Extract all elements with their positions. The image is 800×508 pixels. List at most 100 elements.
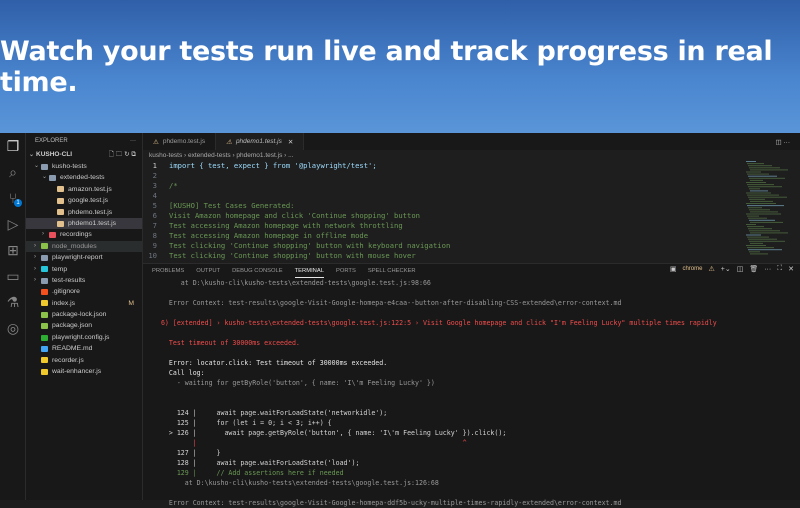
minimap-line: [750, 232, 788, 234]
split-terminal-icon[interactable]: ◫: [737, 265, 744, 273]
activity-bar: ❐ ⌕ ⑂ 1 ▷ ⊞ ▭ ⚗ ◎: [0, 133, 26, 500]
file-tree-item[interactable]: ⌄ kusho-tests: [26, 161, 142, 172]
minimap-line: [747, 184, 774, 186]
testing-icon[interactable]: ⚗: [0, 289, 26, 315]
file-tree-item[interactable]: › temp: [26, 264, 142, 275]
split-editor-icon[interactable]: ◫ ···: [776, 138, 790, 146]
tab-phdemo[interactable]: ⚠ phdemo.test.js: [143, 133, 217, 150]
minimap-line: [748, 165, 772, 167]
file-tree-item[interactable]: › recordings: [26, 229, 142, 240]
minimap-line: [746, 224, 756, 225]
minimap-line: [748, 175, 777, 177]
chevron-icon: ›: [34, 265, 36, 272]
file-tree-item[interactable]: amazon.test.js: [26, 184, 142, 195]
minimap-line: [749, 177, 785, 179]
minimap-line: [746, 171, 761, 173]
minimap-line: [746, 203, 776, 204]
chevron-icon: ›: [34, 276, 36, 283]
close-panel-icon[interactable]: ✕: [788, 265, 794, 273]
breadcrumb[interactable]: kusho-tests › extended-tests › phdemo1.t…: [143, 150, 800, 161]
panel-tab[interactable]: OUTPUT: [196, 264, 220, 278]
code-line: 8 Test accessing Amazon homepage in offli…: [143, 231, 800, 241]
extensions-icon[interactable]: ⊞: [0, 237, 26, 263]
line-number: 8: [152, 231, 157, 240]
minimap-line: [747, 194, 779, 196]
file-tree-label: package.json: [52, 322, 93, 330]
terminal-line: 127 | }: [153, 449, 221, 457]
browser-icon[interactable]: ◎: [0, 315, 26, 341]
minimap-line: [746, 192, 771, 194]
close-icon[interactable]: ✕: [288, 138, 293, 146]
terminal-line: | ^: [153, 439, 467, 447]
panel-tab[interactable]: PORTS: [336, 264, 356, 278]
file-tree-item[interactable]: phdemo1.test.js: [26, 217, 142, 230]
line-text: Visit Amazon homepage and click 'Continu…: [169, 211, 420, 220]
file-tree-label: recordings: [60, 231, 92, 239]
file-tree-label: google.test.js: [68, 197, 109, 205]
more-icon[interactable]: ···: [764, 266, 771, 273]
remote-icon[interactable]: ▭: [0, 263, 26, 289]
file-tree-label: extended-tests: [60, 174, 105, 182]
search-icon[interactable]: ⌕: [0, 159, 26, 185]
minimap[interactable]: [744, 161, 792, 261]
workspace-root[interactable]: ⌄ KUSHO-CLI 🗋 🗀 ↻ ⧉: [26, 149, 142, 161]
file-icon: [41, 334, 48, 341]
file-tree-label: wait-enhancer.js: [52, 368, 102, 376]
trash-icon[interactable]: 🗑: [749, 265, 758, 273]
terminal-output[interactable]: at D:\kusho-cli\kusho-tests\extended-tes…: [143, 278, 800, 508]
file-tree-item[interactable]: phdemo.test.js: [26, 207, 142, 218]
file-tree-item[interactable]: google.test.js: [26, 195, 142, 206]
chevron-icon: ›: [34, 242, 36, 249]
file-tree-label: test-results: [52, 276, 86, 284]
new-terminal-icon[interactable]: +⌄: [721, 265, 731, 273]
file-tree-item[interactable]: .gitignore: [26, 286, 142, 297]
file-tree-item[interactable]: › node_modules: [26, 240, 142, 253]
panel-tab[interactable]: DEBUG CONSOLE: [232, 264, 283, 278]
explorer-icon[interactable]: ❐: [0, 133, 26, 159]
panel-tab[interactable]: TERMINAL: [294, 264, 324, 278]
file-tree-label: amazon.test.js: [68, 185, 112, 193]
file-tree-item[interactable]: recorder.js: [26, 355, 142, 366]
terminal-line: 124 | await page.waitForLoadState('netwo…: [153, 409, 388, 417]
file-tree-item[interactable]: README.md: [26, 343, 142, 354]
file-tree-item[interactable]: package-lock.json: [26, 309, 142, 320]
file-tree-item[interactable]: package.json: [26, 320, 142, 331]
more-icon[interactable]: ···: [130, 133, 136, 149]
tab-phdemo1[interactable]: ⚠ phdemo1.test.js ✕: [216, 133, 305, 150]
minimap-line: [750, 190, 768, 192]
file-tree-item[interactable]: wait-enhancer.js: [26, 366, 142, 377]
code-line: 3 /*: [143, 181, 800, 191]
file-tree-label: playwright.config.js: [52, 333, 110, 341]
workspace-root-label: KUSHO-CLI: [36, 151, 73, 158]
file-tree-item[interactable]: playwright.config.js: [26, 332, 142, 343]
terminal-toolbar: ▣ chrome ⚠ +⌄ ◫ 🗑 ··· ⛶ ✕: [670, 265, 794, 273]
panel-tab[interactable]: SPELL CHECKER: [368, 264, 416, 278]
scm-badge: 1: [14, 199, 22, 207]
vscode-window: ❐ ⌕ ⑂ 1 ▷ ⊞ ▭ ⚗ ◎ EXPLORER ··· ⌄ KUSHO-CLI 🗋…: [0, 133, 800, 507]
minimap-line: [746, 245, 766, 246]
source-control-icon[interactable]: ⑂ 1: [0, 185, 26, 211]
file-tree-item[interactable]: › playwright-report: [26, 252, 142, 263]
run-debug-icon[interactable]: ▷: [0, 211, 26, 237]
file-tree-item[interactable]: index.js M: [26, 298, 142, 309]
file-icon: [41, 357, 48, 364]
panel-tab[interactable]: PROBLEMS: [152, 264, 184, 278]
file-tree-item[interactable]: ⌄ extended-tests: [26, 172, 142, 183]
code-editor[interactable]: 1 import { test, expect } from '@playwrig…: [143, 161, 800, 261]
minimap-line: [748, 217, 767, 219]
folder-icon: [49, 175, 56, 182]
editor-tabs: ⚠ phdemo.test.js ⚠ phdemo1.test.js ✕ ◫ ···: [143, 133, 800, 150]
line-number: 7: [152, 221, 157, 230]
folder-icon: [49, 232, 56, 239]
minimap-line: [749, 219, 775, 221]
maximize-icon[interactable]: ⛶: [777, 265, 782, 273]
line-number: 4: [152, 191, 157, 200]
explorer-actions-icons[interactable]: 🗋 🗀 ↻ ⧉: [109, 149, 136, 161]
terminal-line: - waiting for getByRole('button', { name…: [153, 379, 435, 387]
file-tree-label: phdemo1.test.js: [68, 219, 116, 227]
file-tree-item[interactable]: › test-results: [26, 275, 142, 286]
file-tree-label: package-lock.json: [52, 311, 107, 319]
terminal-name[interactable]: chrome: [682, 266, 702, 272]
